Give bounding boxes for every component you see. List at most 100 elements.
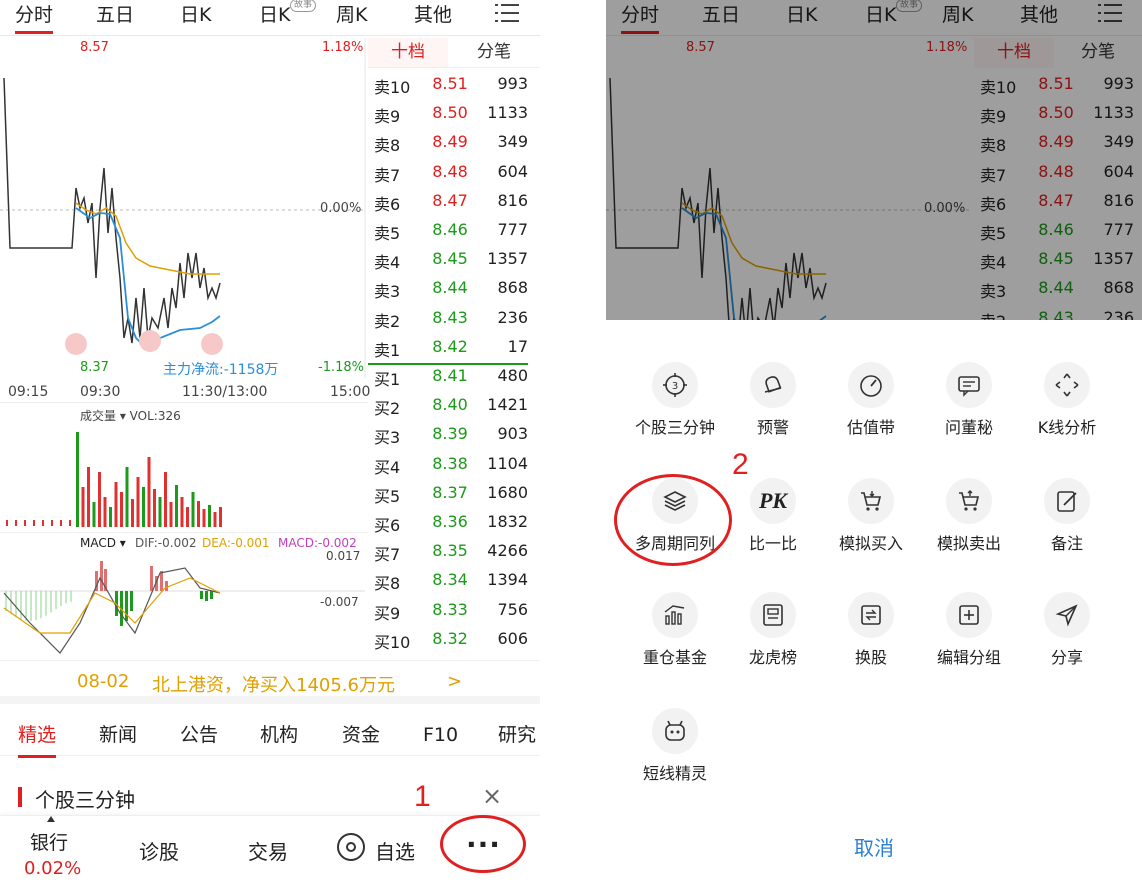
book-level: 卖6 <box>374 194 401 214</box>
menu-item-swap[interactable]: 换股 <box>822 592 920 668</box>
menu-item-share[interactable]: 分享 <box>1018 592 1116 668</box>
sector-pct: 0.02% <box>24 858 82 879</box>
menu-item-label: 模拟卖出 <box>936 534 1001 553</box>
book-row[interactable]: 卖6 8.47 816 <box>368 191 540 217</box>
pct-high: 1.18% <box>322 40 364 55</box>
menu-item-label: 备注 <box>1050 534 1083 553</box>
bar-chart-icon <box>652 592 698 638</box>
tab-daily-k-story[interactable]: 日K <box>259 0 290 34</box>
cart-sell-icon <box>946 478 992 524</box>
tab-news[interactable]: 新闻 <box>99 720 137 754</box>
book-row[interactable]: 买5 8.37 1680 <box>368 483 540 509</box>
menu-item-board[interactable]: 龙虎榜 <box>724 592 822 668</box>
tab-intraday[interactable]: 分时 <box>15 0 54 34</box>
menu-item-cart-sell[interactable]: 模拟卖出 <box>920 478 1018 554</box>
menu-item-edit[interactable]: 备注 <box>1018 478 1116 554</box>
tab-announcement[interactable]: 公告 <box>180 720 218 754</box>
menu-item-label: 比一比 <box>748 534 797 553</box>
book-level: 买8 <box>374 574 401 594</box>
volume-chart[interactable]: 成交量 ▾ VOL:326 <box>0 402 368 532</box>
book-tab-depth[interactable]: 十档 <box>368 38 448 68</box>
cancel-button[interactable]: 取消 <box>606 832 1142 861</box>
news-bar[interactable]: 08-02 北上港资，净买入1405.6万元 > <box>0 660 540 704</box>
menu-item-move[interactable]: K线分析 <box>1018 362 1116 438</box>
flow-label: 主力净流:-1158万 <box>163 362 279 378</box>
card-close-button[interactable]: × <box>482 782 502 810</box>
tab-five-day[interactable]: 五日 <box>96 0 134 34</box>
tab-f10[interactable]: F10 <box>423 720 458 754</box>
book-row[interactable]: 买7 8.35 4266 <box>368 541 540 567</box>
book-volume: 756 <box>497 599 528 619</box>
book-row[interactable]: 卖5 8.46 777 <box>368 220 540 246</box>
book-volume: 1832 <box>487 512 528 531</box>
menu-item-message[interactable]: 问董秘 <box>920 362 1018 438</box>
menu-item-bar-chart[interactable]: 重仓基金 <box>626 592 724 668</box>
book-level: 买3 <box>374 428 401 448</box>
tab-weekly-k[interactable]: 周K <box>336 0 367 34</box>
book-row[interactable]: 买10 8.32 606 <box>368 629 540 655</box>
edit-icon <box>1044 478 1090 524</box>
macd-chart[interactable]: MACD ▾ DIF:-0.002 DEA:-0.001 MACD:-0.002… <box>0 532 368 658</box>
marker-dot <box>201 333 223 355</box>
book-tab-ticks[interactable]: 分笔 <box>448 38 540 68</box>
trade-button[interactable]: 交易 <box>248 836 288 865</box>
time-axis-label: 15:00 <box>330 384 371 400</box>
book-level: 买9 <box>374 603 401 623</box>
book-volume: 993 <box>497 74 528 93</box>
book-row[interactable]: 买6 8.36 1832 <box>368 512 540 538</box>
list-menu-icon[interactable] <box>495 4 519 24</box>
book-row[interactable]: 卖7 8.48 604 <box>368 162 540 188</box>
news-text: 北上港资，净买入1405.6万元 <box>152 675 395 696</box>
watchlist-icon[interactable] <box>337 833 365 861</box>
menu-item-robot[interactable]: 短线精灵 <box>626 708 724 784</box>
menu-item-label: 模拟买入 <box>838 534 903 553</box>
book-level: 买10 <box>374 632 411 652</box>
menu-item-label: 估值带 <box>846 418 895 437</box>
book-row[interactable]: 卖10 8.51 993 <box>368 74 540 100</box>
tab-funds[interactable]: 资金 <box>342 720 380 754</box>
book-row[interactable]: 卖3 8.44 868 <box>368 278 540 304</box>
message-icon <box>946 362 992 408</box>
book-row[interactable]: 买1 8.41 480 <box>368 366 540 392</box>
intraday-chart[interactable]: 8.57 1.18% 0.00% 8.37 主力净流:-1158万 -1.18% <box>0 38 368 378</box>
menu-item-bell[interactable]: 预警 <box>724 362 822 438</box>
book-row[interactable]: 卖1 8.42 17 <box>368 337 540 363</box>
news-arrow: > <box>447 671 463 692</box>
more-menu-screen: 分时 五日 日K 日K 故事 周K 其他 8.57 1.18% 0.00% 十档… <box>606 0 1142 886</box>
cart-buy-icon <box>848 478 894 524</box>
book-row[interactable]: 买4 8.38 1104 <box>368 454 540 480</box>
book-row[interactable]: 买3 8.39 903 <box>368 424 540 450</box>
menu-item-three-minute[interactable]: 3 个股三分钟 <box>626 362 724 438</box>
menu-item-add-box[interactable]: 编辑分组 <box>920 592 1018 668</box>
book-row[interactable]: 买2 8.40 1421 <box>368 395 540 421</box>
book-level: 卖10 <box>374 78 411 97</box>
book-row[interactable]: 卖8 8.49 349 <box>368 132 540 158</box>
book-row[interactable]: 卖28.43236 <box>368 308 540 334</box>
tab-other[interactable]: 其他 <box>414 0 452 34</box>
card-title[interactable]: 个股三分钟 <box>35 784 135 813</box>
story-badge: 故事 <box>290 0 317 12</box>
highlight-ring-more <box>440 815 526 873</box>
menu-item-pk[interactable]: PK 比一比 <box>724 478 822 554</box>
tab-featured[interactable]: 精选 <box>18 720 57 758</box>
robot-icon <box>652 708 698 754</box>
tab-research[interactable]: 研究 <box>498 720 536 754</box>
book-row[interactable]: 买8 8.34 1394 <box>368 570 540 596</box>
dim-overlay[interactable] <box>606 0 1142 320</box>
menu-item-gauge[interactable]: 估值带 <box>822 362 920 438</box>
macd-plot <box>0 561 365 654</box>
book-row[interactable]: 买9 8.33 756 <box>368 600 540 626</box>
tab-institution[interactable]: 机构 <box>260 720 298 754</box>
diagnose-button[interactable]: 诊股 <box>139 836 179 865</box>
book-level: 卖8 <box>374 136 401 156</box>
book-row[interactable]: 卖9 8.50 1133 <box>368 103 540 129</box>
watchlist-button[interactable]: 自选 <box>375 836 415 865</box>
time-axis-label: 11:30/13:00 <box>182 384 268 400</box>
order-book: 十档 分笔 卖10 8.51 993 卖9 8.50 1133 卖8 8.49 349 卖7 8.4… <box>368 38 540 658</box>
book-row[interactable]: 卖4 8.45 1357 <box>368 249 540 275</box>
sector-name[interactable]: 银行 <box>30 828 68 855</box>
book-volume: 606 <box>497 628 528 648</box>
menu-item-label: 问董秘 <box>944 418 993 437</box>
menu-item-cart-buy[interactable]: 模拟买入 <box>822 478 920 554</box>
tab-daily-k[interactable]: 日K <box>180 0 211 34</box>
